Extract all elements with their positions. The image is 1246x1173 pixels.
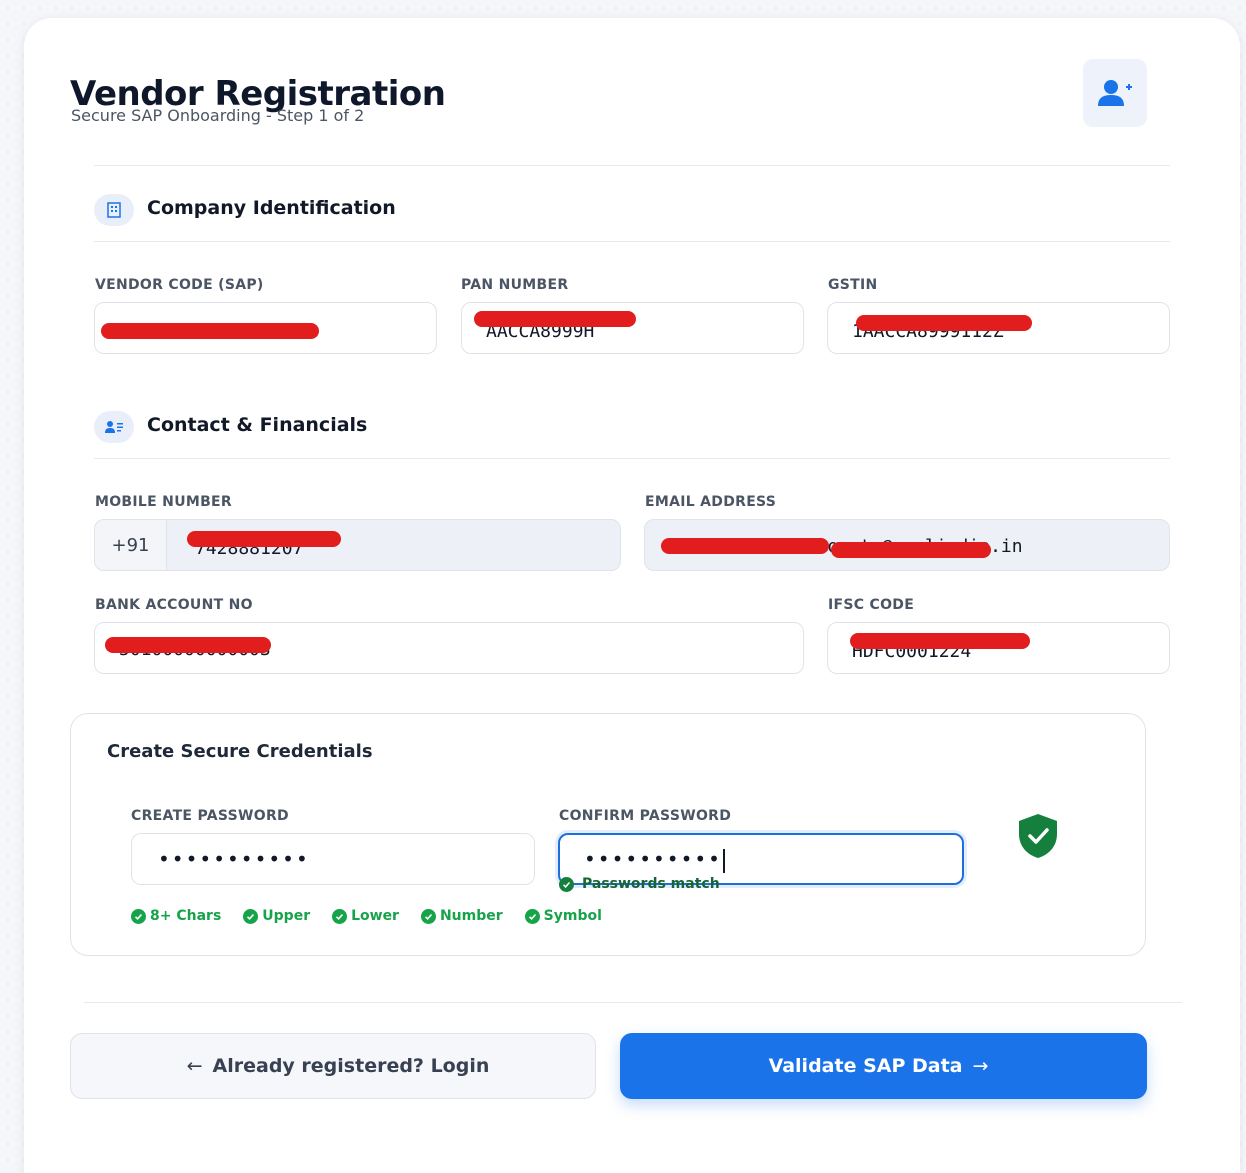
redaction-mark: [101, 323, 319, 339]
passwords-match-text: Passwords match: [582, 876, 720, 892]
section-title-company: Company Identification: [147, 197, 396, 219]
page-subtitle: Secure SAP Onboarding - Step 1 of 2: [71, 106, 365, 125]
redaction-mark: [474, 311, 636, 327]
redaction-mark: [856, 315, 1032, 331]
check-circle-icon: [524, 908, 540, 924]
rule-number: Number: [420, 908, 503, 924]
rule-label: Number: [439, 908, 503, 924]
redaction-mark: [661, 538, 829, 554]
redaction-mark: [850, 633, 1030, 649]
rule-length: 8+ Chars: [131, 908, 221, 924]
gstin-label: GSTIN: [828, 277, 878, 293]
vendor-code-label: VENDOR CODE (SAP): [95, 277, 264, 293]
create-password-dots: •••••••••••: [158, 847, 310, 871]
rule-upper: Upper: [243, 908, 310, 924]
check-circle-icon: [420, 908, 436, 924]
validate-sap-data-button[interactable]: Validate SAP Data →: [620, 1033, 1147, 1099]
email-label: EMAIL ADDRESS: [645, 494, 777, 510]
pan-field[interactable]: AACCA8999H: [461, 302, 804, 354]
email-field[interactable]: accounts@coalindia.in: [644, 519, 1170, 571]
ifsc-field[interactable]: HDFC0001224: [827, 622, 1170, 674]
section-divider: [94, 458, 1170, 459]
passwords-match-status: Passwords match: [559, 876, 720, 892]
check-circle-icon: [332, 908, 348, 924]
footer-divider: [84, 1002, 1182, 1003]
country-code-prefix: +91: [95, 520, 167, 570]
confirm-password-label: CONFIRM PASSWORD: [559, 808, 732, 824]
create-password-input[interactable]: •••••••••••: [131, 833, 535, 885]
check-circle-icon: [559, 876, 574, 892]
create-password-label: CREATE PASSWORD: [131, 808, 289, 824]
rule-label: Lower: [351, 908, 399, 924]
rule-symbol: Symbol: [524, 908, 602, 924]
check-circle-icon: [131, 908, 146, 924]
section-divider: [94, 241, 1170, 242]
validate-button-label: Validate SAP Data: [768, 1055, 963, 1077]
building-icon: [94, 194, 134, 226]
bank-account-label: BANK ACCOUNT NO: [95, 597, 253, 613]
redaction-mark: [831, 542, 991, 558]
rule-label: 8+ Chars: [150, 908, 222, 924]
section-title-contact: Contact & Financials: [147, 414, 368, 436]
vendor-code-field[interactable]: 1000000044: [94, 302, 437, 354]
password-rules: 8+ Chars Upper Lower Number Symbol: [131, 908, 602, 924]
rule-label: Symbol: [543, 908, 602, 924]
pan-label: PAN NUMBER: [461, 277, 569, 293]
login-button-label: Already registered? Login: [212, 1055, 490, 1077]
gstin-field[interactable]: 1AACCA8999112Z: [827, 302, 1170, 354]
redaction-mark: [187, 531, 341, 547]
login-button[interactable]: ← Already registered? Login: [70, 1033, 596, 1099]
mobile-field[interactable]: +91 7428881207: [94, 519, 621, 571]
bank-account-field[interactable]: 50100000000003: [94, 622, 804, 674]
rule-lower: Lower: [332, 908, 399, 924]
arrow-right-icon: →: [972, 1055, 989, 1077]
registration-card: [24, 18, 1240, 1173]
header-divider: [94, 165, 1170, 166]
shield-check-icon: [1015, 812, 1061, 864]
arrow-left-icon: ←: [186, 1055, 203, 1077]
rule-label: Upper: [262, 908, 311, 924]
contact-card-icon: [94, 411, 134, 443]
mobile-label: MOBILE NUMBER: [95, 494, 233, 510]
credentials-title: Create Secure Credentials: [107, 741, 373, 762]
confirm-password-dots: ••••••••••: [584, 847, 725, 873]
user-plus-icon: [1083, 59, 1147, 127]
check-circle-icon: [243, 908, 259, 924]
redaction-mark: [105, 637, 271, 653]
ifsc-label: IFSC CODE: [828, 597, 915, 613]
